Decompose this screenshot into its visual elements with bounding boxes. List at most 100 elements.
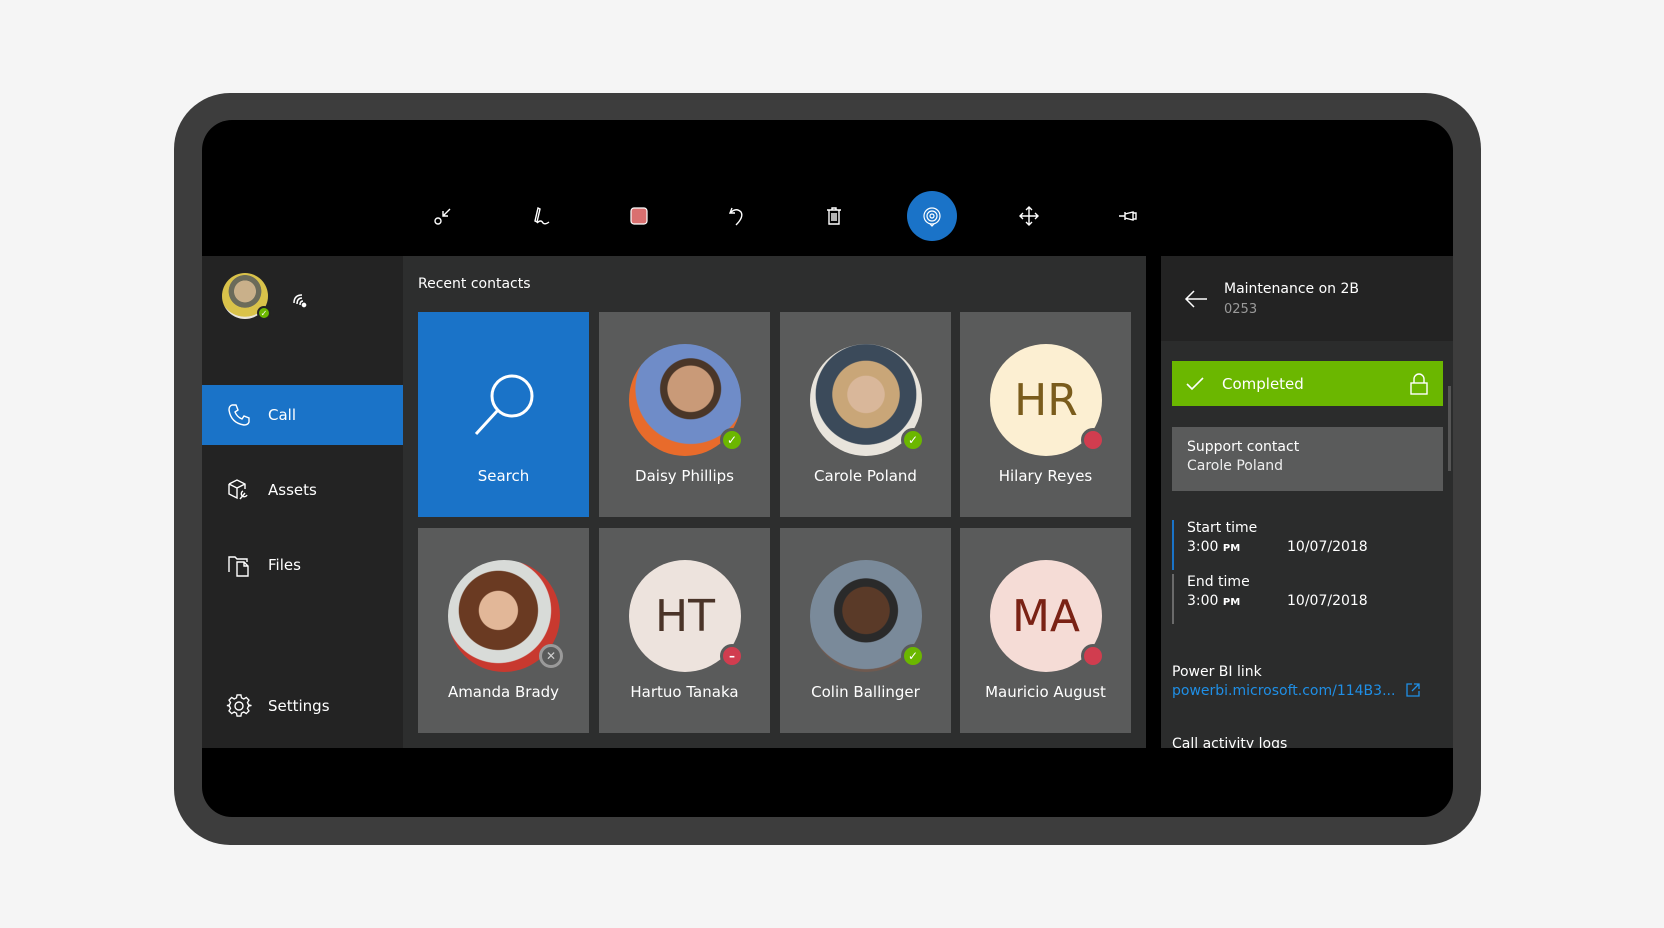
support-contact-value: Carole Poland <box>1187 458 1284 474</box>
presence-available-icon: ✓ <box>720 428 744 452</box>
sidebar-item-settings[interactable]: Settings <box>202 676 403 736</box>
contact-name: Hilary Reyes <box>998 467 1093 485</box>
presence-busy-icon <box>1081 644 1105 668</box>
assets-icon <box>228 479 248 500</box>
contact-initials: MA <box>1011 590 1081 642</box>
presence-available-icon: ✓ <box>901 428 925 452</box>
start-time-value: 3:00 <box>1187 539 1219 555</box>
support-contact-label: Support contact <box>1187 439 1300 455</box>
contact-avatar: ✓ <box>629 344 744 456</box>
toolbar <box>202 120 1453 256</box>
contact-tile[interactable]: ✓ Daisy Phillips <box>599 312 770 517</box>
search-label: Search <box>477 467 530 485</box>
presence-available-icon: ✓ <box>257 306 271 320</box>
support-contact-card[interactable]: Support contact Carole Poland <box>1172 427 1443 491</box>
sidebar-item-label: Settings <box>268 697 330 715</box>
presence-available-icon: ✓ <box>901 644 925 668</box>
end-time-label: End time <box>1187 574 1250 590</box>
contact-tile[interactable]: ✓ Colin Ballinger <box>780 528 951 733</box>
wireless-signal-icon <box>293 294 307 308</box>
recent-contacts-panel: Recent contacts Search ✓ Daisy Phillips … <box>403 256 1146 748</box>
status-completed-button[interactable]: Completed <box>1172 361 1443 406</box>
contact-name: Daisy Phillips <box>635 467 734 485</box>
detail-title: Maintenance on 2B <box>1224 281 1360 297</box>
contact-name: Hartuo Tanaka <box>630 683 739 701</box>
sidebar-item-call[interactable]: Call <box>202 385 403 445</box>
sidebar-item-label: Assets <box>268 481 317 499</box>
search-icon <box>474 374 533 436</box>
presence-busy-icon <box>1081 428 1105 452</box>
checkmark-icon <box>1186 376 1204 390</box>
start-time-ampm: PM <box>1222 543 1241 554</box>
sidebar: ✓ Call Assets Files Settings <box>202 256 403 748</box>
delete-icon <box>827 207 841 225</box>
start-time-indicator <box>1172 520 1174 570</box>
color-swatch-icon <box>630 207 648 225</box>
contact-avatar: ✕ <box>448 560 563 672</box>
contact-tile[interactable]: ✓ Carole Poland <box>780 312 951 517</box>
files-icon <box>228 556 249 577</box>
end-time-block: End time 3:00 PM 10/07/2018 <box>1172 574 1443 624</box>
contact-initials: HT <box>655 590 715 642</box>
move-icon <box>1019 206 1039 226</box>
start-time-block: Start time 3:00 PM 10/07/2018 <box>1172 520 1443 570</box>
contact-initials: HR <box>1014 374 1078 426</box>
contact-avatar: MA <box>990 560 1105 672</box>
move-button[interactable] <box>1004 191 1054 241</box>
power-bi-link[interactable]: powerbi.microsoft.com/114B3... <box>1172 683 1420 699</box>
contact-avatar: ✓ <box>810 344 925 456</box>
phone-icon <box>228 404 250 426</box>
back-arrow-icon[interactable] <box>1183 286 1209 312</box>
call-activity-logs-label: Call activity logs <box>1172 736 1288 748</box>
search-tile[interactable]: Search <box>418 312 589 517</box>
sidebar-item-label: Call <box>268 406 297 424</box>
lock-icon <box>1410 373 1428 395</box>
pin-icon <box>1119 211 1137 221</box>
start-date-value: 10/07/2018 <box>1287 539 1368 555</box>
contact-avatar: HR <box>990 344 1105 456</box>
pin-button[interactable] <box>1103 191 1153 241</box>
contact-name: Amanda Brady <box>447 683 560 701</box>
screen: ✓ Call Assets Files Settings Recent cont… <box>202 120 1453 817</box>
detail-subtitle: 0253 <box>1224 302 1258 317</box>
end-time-indicator <box>1172 574 1174 624</box>
power-bi-label: Power BI link <box>1172 664 1262 680</box>
minimize-button[interactable] <box>418 191 468 241</box>
gear-icon <box>226 694 252 717</box>
sidebar-item-assets[interactable]: Assets <box>202 460 403 520</box>
status-label: Completed <box>1222 374 1304 393</box>
scrollbar[interactable] <box>1448 386 1451 471</box>
ink-pen-icon <box>534 206 550 225</box>
contact-name: Mauricio August <box>985 683 1106 701</box>
external-link-icon <box>1406 683 1420 697</box>
color-button[interactable] <box>614 191 664 241</box>
contact-name: Colin Ballinger <box>811 683 920 701</box>
presence-offline-icon: ✕ <box>539 644 563 668</box>
minimize-icon <box>434 208 451 225</box>
contact-avatar: ✓ <box>810 560 925 672</box>
undo-button[interactable] <box>712 191 762 241</box>
detail-panel: Maintenance on 2B 0253 Completed Support… <box>1161 256 1453 748</box>
contact-tile[interactable]: MA Mauricio August <box>960 528 1131 733</box>
end-date-value: 10/07/2018 <box>1287 593 1368 609</box>
start-time-label: Start time <box>1187 520 1258 536</box>
contact-tile[interactable]: HT – Hartuo Tanaka <box>599 528 770 733</box>
ink-button[interactable] <box>516 191 566 241</box>
contact-tile[interactable]: ✕ Amanda Brady <box>418 528 589 733</box>
delete-button[interactable] <box>809 191 859 241</box>
contact-tile[interactable]: HR Hilary Reyes <box>960 312 1131 517</box>
mixed-reality-capture-icon <box>923 207 941 227</box>
end-time-value: 3:00 <box>1187 593 1219 609</box>
presence-dnd-icon: – <box>720 644 744 668</box>
detail-header: Maintenance on 2B 0253 <box>1161 256 1453 341</box>
section-title: Recent contacts <box>418 276 531 292</box>
contact-avatar: HT – <box>629 560 744 672</box>
sidebar-item-files[interactable]: Files <box>202 535 403 595</box>
sidebar-item-label: Files <box>268 556 301 574</box>
capture-button[interactable] <box>907 191 957 241</box>
user-avatar[interactable]: ✓ <box>222 273 271 320</box>
contact-name: Carole Poland <box>814 467 917 485</box>
device-frame: ✓ Call Assets Files Settings Recent cont… <box>174 93 1481 845</box>
undo-icon <box>728 207 743 226</box>
power-bi-link-text: powerbi.microsoft.com/114B3... <box>1172 683 1396 699</box>
